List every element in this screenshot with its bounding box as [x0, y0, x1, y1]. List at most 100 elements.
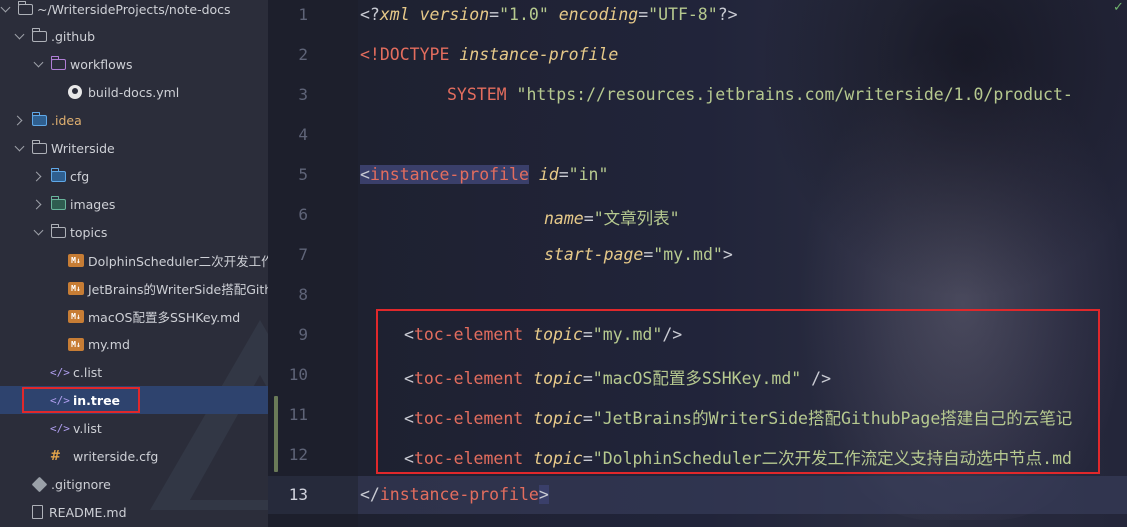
line-number: 2 [298, 45, 308, 64]
editor-background-shade [758, 0, 1127, 300]
chevron-down-icon[interactable] [14, 30, 26, 42]
token: = [638, 5, 649, 24]
tree-item-label: writerside.cfg [73, 448, 159, 464]
tree-item-label: .gitignore [51, 476, 111, 492]
tree-item-cfg[interactable]: cfg [0, 162, 268, 190]
tree-item-label: DolphinScheduler二次开发工作流 [88, 253, 268, 269]
code-line-1[interactable]: <?xml version="1.0" encoding="UTF-8"?> [360, 5, 738, 24]
folder-icon [50, 223, 66, 238]
token: = [583, 209, 594, 228]
token: encoding [558, 5, 639, 24]
tree-item-build-docs[interactable]: build-docs.yml [0, 78, 268, 106]
tree-item-label: README.md [49, 504, 127, 520]
line-number: 8 [298, 285, 308, 304]
tree-item-md-macos[interactable]: M↓ macOS配置多SSHKey.md [0, 302, 268, 330]
token: xml [379, 5, 410, 24]
code-line-3[interactable]: SYSTEM "https://resources.jetbrains.com/… [447, 85, 1073, 104]
line-number: 1 [298, 5, 308, 24]
tree-item-readme[interactable]: README.md [0, 498, 268, 526]
folder-icon [50, 55, 66, 70]
token: SYSTEM [447, 85, 507, 104]
token: </ [360, 485, 380, 504]
tree-item-label: topics [70, 224, 108, 240]
line-number: 11 [288, 405, 308, 424]
token: "文章列表" [593, 209, 680, 228]
code-line-13[interactable]: </instance-profile> [360, 485, 549, 504]
tree-item-label: .github [51, 28, 96, 44]
chevron-down-icon[interactable] [33, 226, 45, 238]
token: = [558, 165, 569, 184]
tree-item-label: images [70, 196, 116, 212]
line-number-current: 13 [288, 485, 308, 504]
token: "in" [568, 165, 609, 184]
tree-item-label: .idea [51, 112, 82, 128]
tree-item-topics[interactable]: topics [0, 218, 268, 246]
tree-item-writerside[interactable]: Writerside [0, 134, 268, 162]
folder-icon [31, 27, 47, 42]
chevron-down-icon[interactable] [0, 3, 12, 15]
token: <!DOCTYPE [360, 45, 450, 64]
markdown-icon: M↓ [68, 337, 84, 351]
tree-item-label: my.md [88, 336, 130, 352]
tree-item-root[interactable]: ~/WritersideProjects/note-docs [0, 0, 268, 23]
file-icon [32, 505, 43, 519]
chevron-right-icon[interactable] [33, 198, 45, 210]
git-icon [31, 476, 48, 492]
chevron-down-icon[interactable] [33, 58, 45, 70]
chevron-right-icon[interactable] [33, 170, 45, 182]
tree-item-writerside-cfg[interactable]: # writerside.cfg [0, 442, 268, 470]
code-line-6[interactable]: name="文章列表" [544, 205, 680, 229]
token: start-page [544, 245, 644, 264]
chevron-down-icon[interactable] [14, 142, 26, 154]
tree-item-workflows[interactable]: workflows [0, 50, 268, 78]
line-number: 3 [298, 85, 308, 104]
tree-item-images[interactable]: images [0, 190, 268, 218]
tree-item-label: macOS配置多SSHKey.md [88, 309, 241, 325]
markdown-icon: M↓ [68, 253, 84, 267]
line-number: 7 [298, 245, 308, 264]
xml-icon: </> [50, 421, 70, 435]
code-line-5[interactable]: <instance-profile id="in" [360, 165, 608, 184]
config-icon: # [50, 448, 61, 464]
token: = [489, 5, 500, 24]
xml-icon: </> [50, 365, 70, 379]
line-number: 4 [298, 125, 308, 144]
code-line-2[interactable]: <!DOCTYPE instance-profile [360, 45, 618, 64]
toc-elements-highlight-box [376, 309, 1100, 474]
tree-item-gitignore[interactable]: .gitignore [0, 470, 268, 498]
line-number: 12 [288, 445, 308, 464]
token: > [722, 245, 733, 264]
token: "1.0" [499, 5, 549, 24]
tree-item-label: workflows [70, 56, 133, 72]
line-number: 10 [288, 365, 308, 384]
folder-icon [17, 0, 33, 15]
folder-icon [31, 139, 47, 154]
markdown-icon: M↓ [68, 281, 84, 295]
line-number: 9 [298, 325, 308, 344]
tree-item-c-list[interactable]: </> c.list [0, 358, 268, 386]
project-tree-panel: ~/WritersideProjects/note-docs .github w… [0, 0, 268, 527]
tree-item-md-jetbrains[interactable]: M↓ JetBrains的WriterSide搭配Github [0, 274, 268, 302]
tree-item-md-dolphin[interactable]: M↓ DolphinScheduler二次开发工作流 [0, 246, 268, 274]
tree-item-label: Writerside [51, 140, 115, 156]
checkmark-icon[interactable]: ✓ [1113, 0, 1124, 15]
tree-item-idea[interactable]: .idea [0, 106, 268, 134]
tree-item-label: JetBrains的WriterSide搭配Github [88, 281, 268, 297]
folder-icon [50, 195, 66, 210]
token: ?> [717, 5, 738, 24]
token: > [538, 485, 549, 504]
chevron-right-icon[interactable] [14, 114, 26, 126]
tree-item-v-list[interactable]: </> v.list [0, 414, 268, 442]
folder-icon [50, 167, 66, 182]
tree-item-label: cfg [70, 168, 90, 184]
token: "my.md" [653, 245, 723, 264]
editor-gutter: 1 2 3 4 5 6 7 8 9 10 11 12 13 [268, 0, 358, 527]
tree-item-label: v.list [73, 420, 102, 436]
token: = [643, 245, 654, 264]
token: instance-profile [379, 485, 539, 504]
token: instance-profile [369, 165, 529, 184]
code-line-7[interactable]: start-page="my.md"> [544, 245, 733, 264]
tree-item-md-my[interactable]: M↓ my.md [0, 330, 268, 358]
token: name [544, 209, 584, 228]
tree-item-github[interactable]: .github [0, 22, 268, 50]
